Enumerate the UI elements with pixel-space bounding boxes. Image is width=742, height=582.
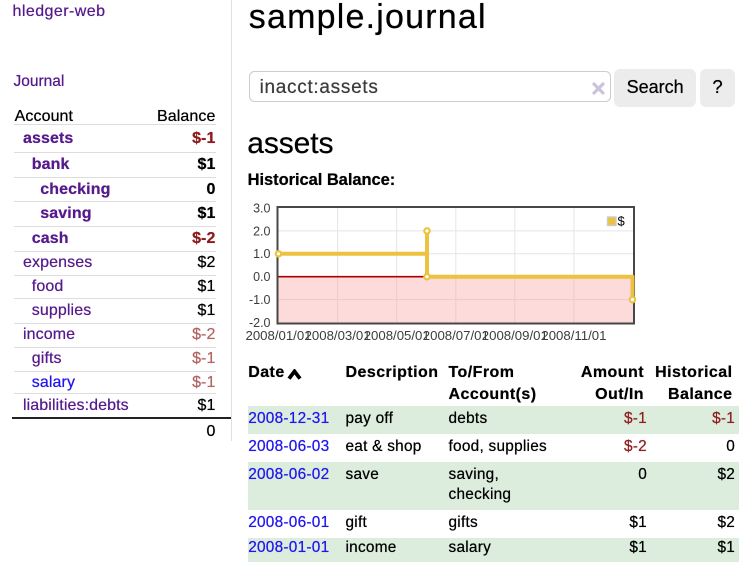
svg-text:2.0: 2.0 — [253, 224, 270, 238]
svg-text:1.0: 1.0 — [253, 247, 270, 261]
svg-text:0.0: 0.0 — [253, 270, 270, 284]
svg-text:2008/01/01: 2008/01/01 — [245, 328, 311, 343]
svg-text:-1.0: -1.0 — [249, 293, 271, 307]
svg-text:3.0: 3.0 — [253, 201, 270, 215]
svg-text:2008/07/01: 2008/07/01 — [423, 328, 489, 343]
svg-text:2008/05/01: 2008/05/01 — [364, 328, 430, 343]
svg-text:2008/09/01: 2008/09/01 — [482, 328, 548, 343]
svg-text:2008/03/01: 2008/03/01 — [305, 328, 371, 343]
svg-text:2008/11/01: 2008/11/01 — [541, 328, 606, 343]
svg-text:$: $ — [618, 214, 626, 229]
